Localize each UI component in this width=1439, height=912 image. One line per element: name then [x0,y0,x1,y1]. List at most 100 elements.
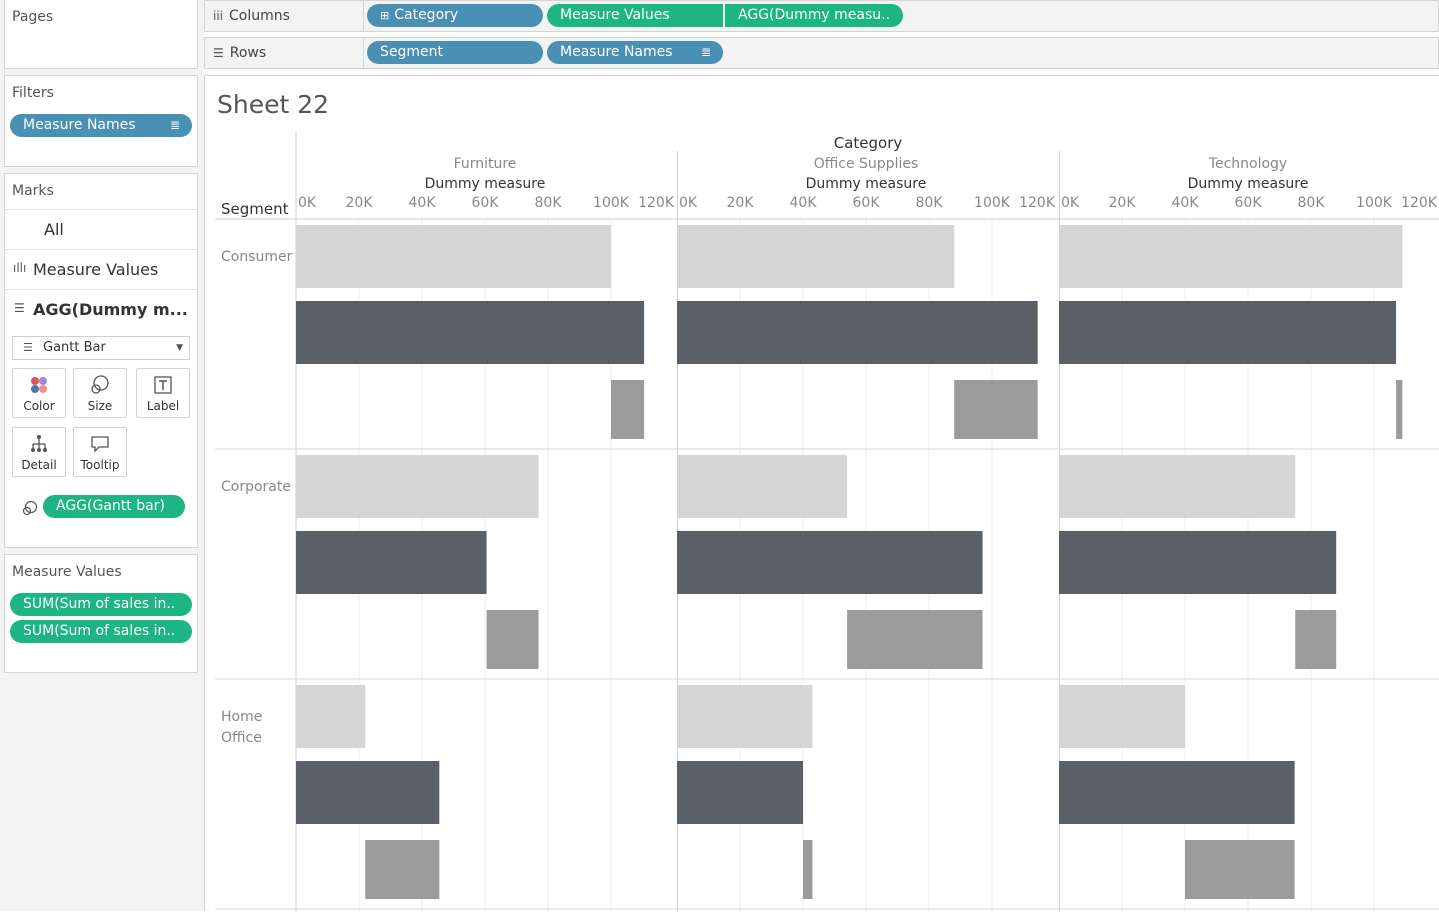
gantt-bar-dark [677,301,1038,364]
axis-tick-label: 100K [1356,195,1393,211]
row-pill-label: Measure Names [560,44,673,60]
columns-icon: iii [213,9,224,23]
gantt-bar-mid [1295,610,1337,669]
gantt-bar-dark [296,761,440,824]
segment-label: Consumer [221,249,293,265]
gantt-icon: ☰ [14,301,25,315]
measure-value-label: SUM(Sum of sales in.. [23,623,176,639]
rows-label: Rows [229,45,267,61]
marks-layer-label: Measure Values [33,260,159,279]
gantt-bar-dark [296,531,487,594]
measure-value-pill[interactable]: SUM(Sum of sales in.. [10,593,192,616]
marks-layer-measure-values[interactable]: ıllı Measure Values [5,249,197,289]
gantt-bar-light [677,455,848,518]
gantt-bar-mid [611,380,645,439]
axis-tick-label: 80K [1298,195,1326,211]
gantt-bar-light [296,225,611,288]
axis-title: Dummy measure [1188,176,1309,192]
measure-values-title: Measure Values [12,564,122,580]
row-pill-measure-names[interactable]: Measure Names ≣ [547,41,723,64]
row-pill-segment[interactable]: Segment [367,41,543,64]
gantt-bar-dark [677,761,803,824]
axis-tick-label: 40K [1172,195,1200,211]
marks-layer-label: AGG(Dummy m... [33,300,188,319]
column-pill-category[interactable]: ⊞ Category [367,4,543,27]
category-header: Furniture [454,156,517,172]
marks-layer-agg-dummy[interactable]: ☰ AGG(Dummy m... [5,289,197,329]
tooltip-label: Tooltip [80,458,120,472]
mark-type-dropdown[interactable]: ☰ Gantt Bar ▼ [12,336,190,360]
expand-icon: ⊞ [380,9,390,22]
marks-layer-label: All [44,220,64,239]
detail-icon [13,434,65,456]
detail-button[interactable]: Detail [12,427,66,477]
size-pill-agg-gantt-bar[interactable]: AGG(Gantt bar) [43,495,185,518]
axis-tick-label: 120K [638,195,675,211]
axis-title: Dummy measure [425,176,546,192]
gantt-bar-mid [803,840,813,899]
gantt-bar-light [677,225,955,288]
gantt-bar-dark [1059,761,1295,824]
filter-pill-label: Measure Names [23,117,136,133]
axis-tick-label: 20K [1109,195,1137,211]
filters-title: Filters [12,85,54,101]
label-button[interactable]: Label [136,368,190,418]
column-pill-measure-values[interactable]: Measure Values [547,4,723,27]
column-pill-label: Measure Values [560,7,670,23]
gantt-bar-mid [847,610,983,669]
mark-type-label: Gantt Bar [43,340,106,355]
axis-tick-label: 0K [298,195,317,211]
rows-shelf[interactable]: ☰ Rows Segment Measure Names ≣ [204,37,1439,69]
pages-card: Pages [4,0,198,69]
sort-icon: ≣ [700,45,711,59]
axis-tick-label: 60K [472,195,500,211]
chevron-down-icon: ▼ [176,343,183,353]
measure-value-pill[interactable]: SUM(Sum of sales in.. [10,620,192,643]
gantt-icon: ☰ [23,341,33,354]
axis-tick-label: 80K [916,195,944,211]
gantt-bar-mid [954,380,1038,439]
column-pill-agg-dummy[interactable]: AGG(Dummy measu.. [725,4,903,27]
axis-title: Dummy measure [806,176,927,192]
marks-title: Marks [12,183,54,199]
gantt-bar-dark [677,531,983,594]
column-header-title: Category [834,134,903,152]
gantt-bar-dark [296,301,645,364]
axis-tick-label: 0K [679,195,698,211]
measure-values-card: Measure Values SUM(Sum of sales in.. SUM… [4,554,198,673]
columns-label: Columns [229,8,290,24]
filter-pill-measure-names[interactable]: Measure Names ≣ [10,114,192,137]
axis-tick-label: 40K [790,195,818,211]
size-button[interactable]: Size [73,368,127,418]
gantt-bar-light [1059,455,1296,518]
column-pill-label: Category [394,7,459,23]
row-pill-label: Segment [380,44,443,60]
size-pill-label: AGG(Gantt bar) [56,498,165,514]
bar-chart-icon: ıllı [13,261,27,275]
marks-layer-all[interactable]: All [5,209,197,249]
color-button[interactable]: Color [12,368,66,418]
tooltip-icon [74,434,126,456]
detail-label: Detail [21,458,57,472]
rows-shelf-label-box: ☰ Rows [205,38,364,68]
row-header-title: Segment [221,200,289,218]
pages-title: Pages [12,9,54,25]
axis-tick-label: 60K [1235,195,1263,211]
axis-tick-label: 40K [409,195,437,211]
column-pill-label: AGG(Dummy measu.. [738,7,891,23]
tooltip-button[interactable]: Tooltip [73,427,127,477]
gantt-bar-light [1059,685,1185,748]
axis-tick-label: 120K [1401,195,1438,211]
axis-tick-label: 100K [974,195,1011,211]
axis-tick-label: 120K [1019,195,1056,211]
label-label: Label [146,399,180,413]
columns-shelf[interactable]: iii Columns ⊞ Category Measure Values AGG(… [204,0,1439,32]
filters-card: Filters Measure Names ≣ [4,75,198,167]
category-header: Technology [1208,156,1287,172]
rows-icon: ☰ [213,46,224,60]
axis-tick-label: 60K [853,195,881,211]
segment-label: Home [221,709,262,725]
segment-label: Office [221,730,262,746]
gantt-bar-dark [1059,301,1397,364]
gantt-bar-light [677,685,813,748]
